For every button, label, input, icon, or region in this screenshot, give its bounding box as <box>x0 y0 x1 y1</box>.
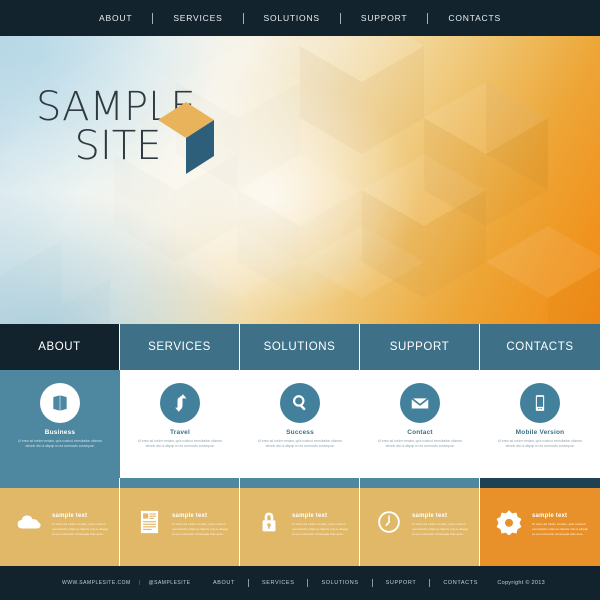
main-nav-item-solutions[interactable]: SOLUTIONS <box>240 324 360 370</box>
main-nav-label: ABOUT <box>38 341 81 353</box>
gold-body: Ut enim ad minim veniam, quis nostrud ex… <box>52 522 109 536</box>
footer-nav-item-support[interactable]: SUPPORT <box>373 580 430 586</box>
gold-text-wrap: sample text Ut enim ad minim veniam, qui… <box>524 507 600 537</box>
envelope-icon <box>411 397 429 409</box>
gold-icon-wrap <box>494 509 524 535</box>
feature-title: Business <box>44 429 76 436</box>
main-nav-item-support[interactable]: SUPPORT <box>360 324 480 370</box>
book-icon <box>53 395 67 411</box>
main-nav-item-contacts[interactable]: CONTACTS <box>480 324 600 370</box>
gold-text-wrap: sample text Ut enim ad minim veniam, qui… <box>44 507 119 537</box>
gold-body: Ut enim ad minim veniam, quis nostrud ex… <box>172 522 229 536</box>
gold-text-wrap: sample text Ut enim ad minim veniam, qui… <box>404 507 479 537</box>
footer-nav-item-solutions[interactable]: SOLUTIONS <box>308 580 371 586</box>
feature-card-mobile-version[interactable]: Mobile Version Ut enim ad minim veniam, … <box>480 370 600 478</box>
isometric-cube-icon <box>158 102 214 174</box>
main-nav-item-about[interactable]: ABOUT <box>0 324 120 370</box>
top-nav-item-solutions[interactable]: SOLUTIONS <box>244 13 340 23</box>
gold-card-lock[interactable]: sample text Ut enim ad minim veniam, qui… <box>240 478 360 566</box>
feature-title: Travel <box>170 429 190 436</box>
gold-card-gear[interactable]: sample text Ut enim ad minim veniam, qui… <box>480 478 600 566</box>
feature-icon-circle <box>400 383 440 423</box>
top-nav-item-contacts[interactable]: CONTACTS <box>428 13 521 23</box>
gold-text-wrap: sample text Ut enim ad minim veniam, qui… <box>164 507 239 537</box>
footer-social-handle[interactable]: @SAMPLESITE <box>149 580 191 586</box>
footer-nav-item-about[interactable]: ABOUT <box>200 580 248 586</box>
gold-icon-wrap <box>134 510 164 534</box>
footer-website-link[interactable]: WWW.SAMPLESITE.COM <box>62 580 131 586</box>
main-nav-item-services[interactable]: SERVICES <box>120 324 240 370</box>
lock-icon <box>262 512 276 532</box>
main-nav-label: SOLUTIONS <box>263 341 336 353</box>
cloud-icon <box>17 515 41 529</box>
gold-icon-wrap <box>374 510 404 534</box>
gold-card-document[interactable]: sample text Ut enim ad minim veniam, qui… <box>120 478 240 566</box>
gold-card-clock[interactable]: sample text Ut enim ad minim veniam, qui… <box>360 478 480 566</box>
feature-icon-circle <box>160 383 200 423</box>
gold-card-cloud[interactable]: sample text Ut enim ad minim veniam, qui… <box>0 478 120 566</box>
feature-card-business[interactable]: Business Ut enim ad minim veniam, quis n… <box>0 370 120 478</box>
gold-text-wrap: sample text Ut enim ad minim veniam, qui… <box>284 507 359 537</box>
gold-title: sample text <box>532 513 568 520</box>
gold-card-top-strip <box>240 478 359 488</box>
feature-title: Success <box>286 429 314 436</box>
footer-navigation: ABOUT SERVICES SOLUTIONS SUPPORT CONTACT… <box>200 579 491 587</box>
document-icon <box>140 510 158 534</box>
gold-icon-wrap <box>14 512 44 532</box>
feature-card-contact[interactable]: Contact Ut enim ad minim veniam, quis no… <box>360 370 480 478</box>
feature-body: Ut enim ad minim veniam, quis nostrud ex… <box>257 439 343 448</box>
gold-title: sample text <box>292 513 328 520</box>
exchange-arrows-icon <box>175 394 187 412</box>
gold-body: Ut enim ad minim veniam, quis nostrud ex… <box>292 522 349 536</box>
top-navigation-bar: ABOUT SERVICES SOLUTIONS SUPPORT CONTACT… <box>0 0 600 36</box>
footer-contact-group: WWW.SAMPLESITE.COM | @SAMPLESITE <box>62 580 191 586</box>
feature-card-travel[interactable]: Travel Ut enim ad minim veniam, quis nos… <box>120 370 240 478</box>
feature-icon-circle <box>280 383 320 423</box>
gold-title: sample text <box>412 513 448 520</box>
hero-cube-pattern <box>0 36 600 324</box>
gold-body: Ut enim ad minim veniam, quis nostrud ex… <box>532 522 589 536</box>
gold-body: Ut enim ad minim veniam, quis nostrud ex… <box>412 522 469 536</box>
gold-card-top-strip <box>480 478 600 488</box>
site-logo[interactable]: SAMPLE SITE <box>36 84 256 174</box>
feature-title: Contact <box>407 429 433 436</box>
feature-body: Ut enim ad minim veniam, quis nostrud ex… <box>17 439 103 448</box>
gold-card-top-strip <box>360 478 479 488</box>
footer-bar: WWW.SAMPLESITE.COM | @SAMPLESITE ABOUT S… <box>0 566 600 600</box>
main-nav-label: SUPPORT <box>389 341 450 353</box>
top-nav-list: ABOUT SERVICES SOLUTIONS SUPPORT CONTACT… <box>79 12 521 24</box>
main-nav-label: CONTACTS <box>506 341 574 353</box>
page-root: ABOUT SERVICES SOLUTIONS SUPPORT CONTACT… <box>0 0 600 600</box>
gold-title: sample text <box>52 513 88 520</box>
magnifier-icon <box>293 395 306 411</box>
footer-nav-item-services[interactable]: SERVICES <box>249 580 308 586</box>
hero-banner: SAMPLE SITE <box>0 36 600 324</box>
footer-separator: | <box>138 580 141 586</box>
gold-card-top-strip <box>0 478 119 488</box>
feature-title: Mobile Version <box>515 429 565 436</box>
feature-body: Ut enim ad minim veniam, quis nostrud ex… <box>497 439 583 448</box>
top-nav-item-support[interactable]: SUPPORT <box>341 13 428 23</box>
top-nav-item-services[interactable]: SERVICES <box>153 13 242 23</box>
footer-copyright: Copyright © 2013 <box>497 580 545 586</box>
smartphone-icon <box>535 395 545 411</box>
feature-card-success[interactable]: Success Ut enim ad minim veniam, quis no… <box>240 370 360 478</box>
logo-line-1: SAMPLE <box>36 84 196 130</box>
gear-icon <box>496 510 522 535</box>
top-nav-item-about[interactable]: ABOUT <box>79 13 152 23</box>
footer-nav-item-contacts[interactable]: CONTACTS <box>430 580 491 586</box>
gold-card-top-strip <box>120 478 239 488</box>
main-nav-label: SERVICES <box>148 341 211 353</box>
feature-body: Ut enim ad minim veniam, quis nostrud ex… <box>137 439 223 448</box>
feature-body: Ut enim ad minim veniam, quis nostrud ex… <box>377 439 463 448</box>
gold-icon-wrap <box>254 510 284 534</box>
gold-title: sample text <box>172 513 208 520</box>
gold-feature-row: sample text Ut enim ad minim veniam, qui… <box>0 478 600 566</box>
feature-icon-circle <box>520 383 560 423</box>
feature-icon-circle <box>40 383 80 423</box>
clock-icon <box>378 511 400 533</box>
feature-row: Business Ut enim ad minim veniam, quis n… <box>0 370 600 478</box>
main-navigation-bar: ABOUT SERVICES SOLUTIONS SUPPORT CONTACT… <box>0 324 600 370</box>
